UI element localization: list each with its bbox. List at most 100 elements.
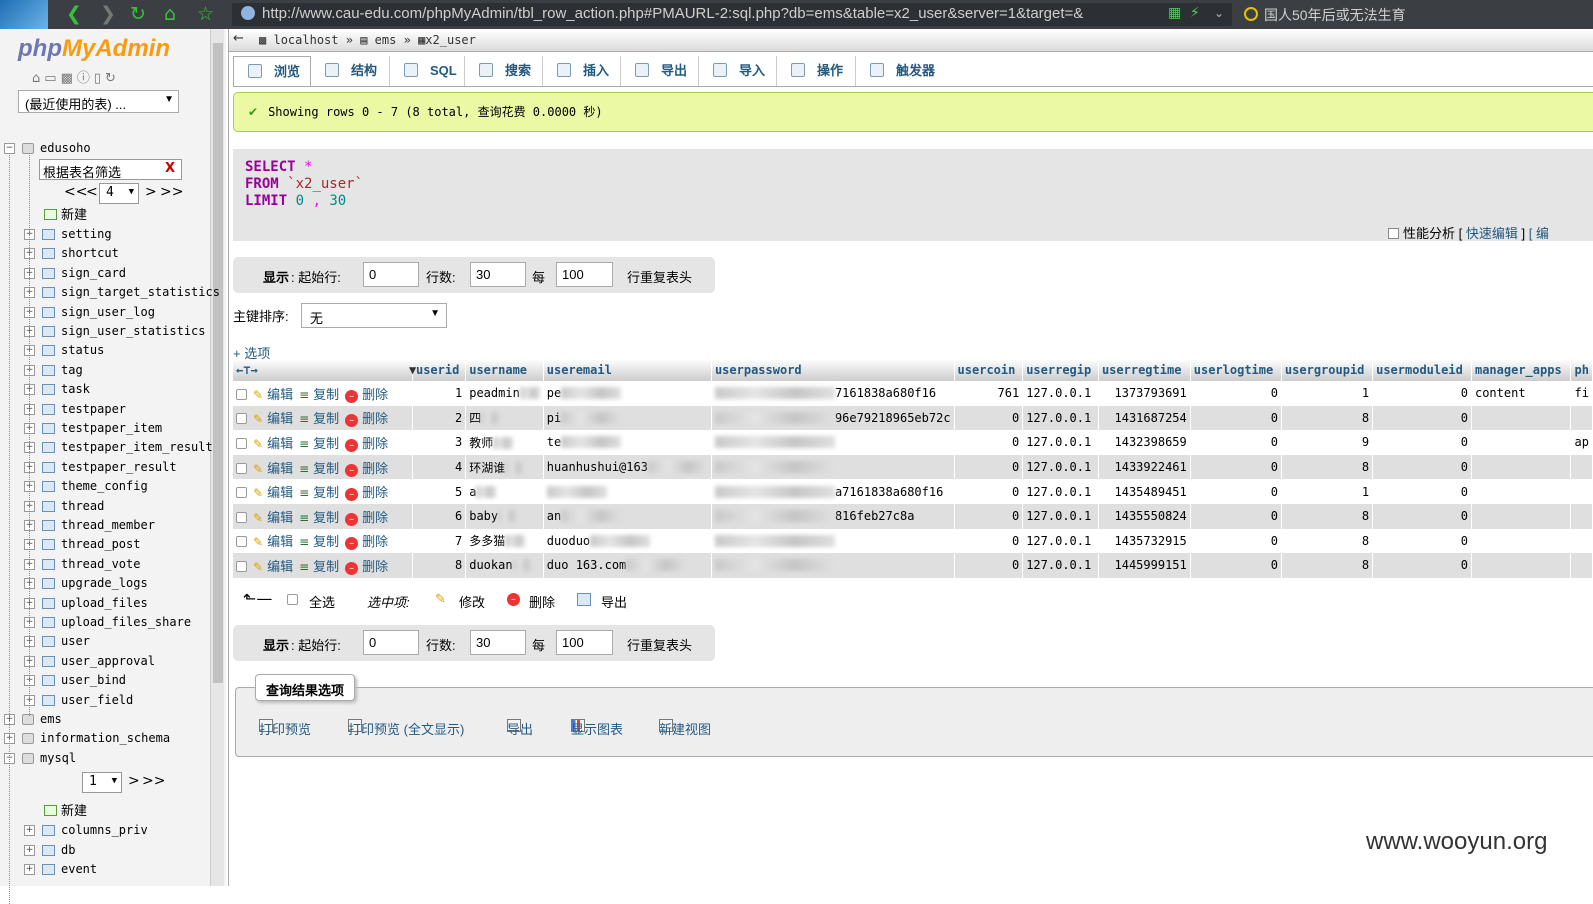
edit-link[interactable]: 编辑: [267, 534, 293, 549]
cell-useremail[interactable]: duo 163.com: [543, 553, 712, 578]
table-name[interactable]: sign_user_statistics: [61, 322, 206, 341]
cell-usermoduleid[interactable]: 0: [1372, 454, 1472, 480]
cell-userlogtime[interactable]: 0: [1190, 528, 1282, 554]
table-name[interactable]: event: [61, 860, 97, 879]
delete-link[interactable]: 删除: [362, 411, 388, 426]
column-header[interactable]: userid: [412, 359, 467, 381]
news-text[interactable]: 国人50年后或无法生育: [1264, 5, 1406, 25]
cell-manager-apps[interactable]: [1471, 553, 1572, 578]
cell-username[interactable]: 多多猫: [465, 528, 544, 554]
table-name[interactable]: user_field: [61, 691, 133, 710]
table-name[interactable]: columns_priv: [61, 821, 148, 840]
row-checkbox[interactable]: [236, 536, 247, 548]
sidebar-scrollbar[interactable]: [210, 29, 224, 886]
table-name[interactable]: testpaper: [61, 400, 126, 419]
cell-username[interactable]: 教师: [465, 430, 544, 455]
cell-userlogtime[interactable]: 0: [1190, 454, 1282, 480]
cell-usercoin[interactable]: 0: [954, 503, 1024, 529]
page-select[interactable]: 1 ▼: [82, 772, 122, 794]
edit-link[interactable]: 编辑: [267, 485, 293, 500]
tree-table-tag[interactable]: + tag: [0, 361, 210, 380]
pager-prev-button[interactable]: <: [86, 184, 98, 200]
tab-import[interactable]: 导入: [699, 56, 777, 86]
cell-username[interactable]: baby: [465, 503, 544, 529]
column-header[interactable]: userlogtime: [1190, 359, 1282, 381]
tree-db-edusoho[interactable]: − edusoho: [0, 139, 210, 158]
collapse-nav-icon[interactable]: ←: [233, 31, 244, 46]
tree-table-sign_user_statistics[interactable]: + sign_user_statistics: [0, 322, 210, 341]
cell-ph[interactable]: [1570, 528, 1593, 554]
table-name[interactable]: upload_files: [61, 594, 148, 613]
copy-link[interactable]: 复制: [313, 461, 339, 476]
clear-filter-button[interactable]: X: [165, 161, 175, 176]
recent-tables-select[interactable]: (最近使用的表) ... ▼: [18, 90, 179, 113]
tab-sql[interactable]: SQL: [390, 56, 465, 86]
cell-useremail[interactable]: pi: [543, 405, 712, 431]
expand-icon[interactable]: +: [24, 825, 35, 837]
column-header[interactable]: ph: [1570, 359, 1593, 381]
copy-link[interactable]: 复制: [313, 559, 339, 574]
collapse-icon[interactable]: −: [4, 143, 15, 154]
help-icon[interactable]: ⓘ: [77, 71, 94, 86]
cell-userregip[interactable]: 127.0.0.1: [1022, 454, 1099, 480]
database-name[interactable]: mysql: [40, 749, 76, 768]
expand-icon[interactable]: +: [24, 864, 35, 875]
cell-userpassword[interactable]: [711, 454, 955, 480]
pager-next-button[interactable]: >: [128, 773, 140, 789]
tab-triggers[interactable]: 触发器: [856, 56, 948, 86]
cell-manager-apps[interactable]: [1471, 503, 1572, 529]
cell-usergroupid[interactable]: 8: [1281, 503, 1374, 529]
tree-table-setting[interactable]: + setting: [0, 225, 210, 244]
logout-icon[interactable]: ▭: [44, 71, 60, 86]
tree-table-thread_member[interactable]: + thread_member: [0, 516, 210, 535]
phpmyadmin-logo[interactable]: phpMyAdmin: [18, 35, 170, 63]
tree-table-thread[interactable]: + thread: [0, 497, 210, 516]
select-all-checkbox[interactable]: [287, 594, 298, 605]
breadcrumb-table[interactable]: x2_user: [425, 33, 476, 47]
tree-table-testpaper_item[interactable]: + testpaper_item: [0, 419, 210, 438]
edit-link[interactable]: 编辑: [267, 411, 293, 426]
cell-ph[interactable]: [1570, 503, 1593, 529]
cell-username[interactable]: a: [465, 479, 544, 504]
table-name[interactable]: task: [61, 380, 90, 399]
database-name[interactable]: edusoho: [40, 139, 91, 158]
tree-table-status[interactable]: + status: [0, 341, 210, 360]
column-header[interactable]: useremail: [543, 359, 712, 381]
tree-table-testpaper_result[interactable]: + testpaper_result: [0, 458, 210, 477]
cell-manager-apps[interactable]: [1471, 479, 1572, 504]
row-checkbox[interactable]: [236, 413, 247, 425]
table-name[interactable]: shortcut: [61, 244, 119, 263]
database-name[interactable]: ems: [40, 710, 62, 729]
copy-link[interactable]: 复制: [313, 411, 339, 426]
cell-userpassword[interactable]: [711, 528, 955, 554]
tree-table-upgrade_logs[interactable]: + upgrade_logs: [0, 574, 210, 593]
table-name[interactable]: tag: [61, 361, 83, 380]
rows-input[interactable]: 30: [470, 262, 526, 287]
cell-userlogtime[interactable]: 0: [1190, 405, 1282, 431]
tab-export[interactable]: 导出: [621, 56, 699, 86]
cell-usergroupid[interactable]: 8: [1281, 553, 1374, 578]
tree-table-sign_card[interactable]: + sign_card: [0, 264, 210, 283]
tab-insert[interactable]: 插入: [543, 56, 621, 86]
copy-link[interactable]: 复制: [313, 534, 339, 549]
cell-ph[interactable]: [1570, 553, 1593, 578]
cell-username[interactable]: duokan: [465, 553, 544, 578]
table-name[interactable]: thread_vote: [61, 555, 140, 574]
repeat-header-input[interactable]: 100: [556, 630, 613, 655]
tree-table-shortcut[interactable]: + shortcut: [0, 244, 210, 263]
table-name[interactable]: sign_target_statistics: [61, 283, 220, 302]
cell-usermoduleid[interactable]: 0: [1372, 405, 1472, 431]
reload-icon[interactable]: ↻: [105, 71, 120, 86]
row-checkbox[interactable]: [236, 560, 247, 572]
table-name[interactable]: db: [61, 841, 75, 860]
cell-userpassword[interactable]: 7161838a680f16: [711, 381, 955, 406]
table-name[interactable]: user_approval: [61, 652, 155, 671]
cell-usercoin[interactable]: 0: [954, 479, 1024, 504]
cell-usercoin[interactable]: 0: [954, 430, 1024, 455]
cell-ph[interactable]: [1570, 479, 1593, 504]
edit-link[interactable]: [ 编: [1529, 226, 1549, 241]
cell-usermoduleid[interactable]: 0: [1372, 479, 1472, 504]
tree-db-mysql[interactable]: − mysql: [0, 749, 210, 768]
home-icon[interactable]: ⌂: [32, 71, 44, 86]
table-name[interactable]: thread_member: [61, 516, 155, 535]
